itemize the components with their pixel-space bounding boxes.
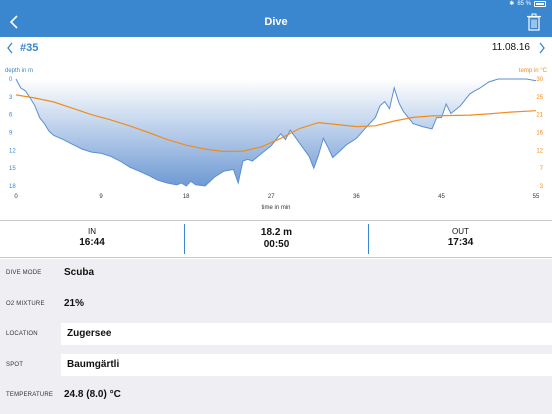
depth-tick-label: 3: [9, 95, 13, 101]
dive-summary: IN 16:44 18.2 m 00:50 OUT 17:34: [0, 220, 552, 258]
dive-number: #35: [20, 42, 39, 54]
bluetooth-icon: ✱: [509, 1, 515, 7]
status-indicators: ✱ 85 %: [509, 0, 546, 8]
temp-tick-label: 16: [536, 131, 543, 137]
temp-axis-label: temp in °C: [519, 68, 548, 74]
entry-time-value: 16:44: [79, 237, 105, 248]
depth-tick-label: 6: [9, 113, 13, 119]
battery-icon: [534, 1, 546, 7]
spot-field[interactable]: Baumgärtli: [61, 354, 552, 376]
depth-tick-label: 18: [9, 184, 16, 190]
location-value: Zugersee: [67, 328, 112, 339]
spot-label: SPOT: [6, 362, 24, 368]
dive-header: #35 11.08.16: [0, 37, 552, 59]
temp-tick-label: 30: [536, 77, 543, 83]
page-title: Dive: [264, 16, 288, 28]
x-tick-label: 55: [533, 194, 540, 200]
trash-icon: [527, 13, 541, 31]
navigation-bar: Dive: [0, 8, 552, 37]
depth-duration-cell: 18.2 m 00:50: [185, 221, 368, 257]
temp-tick-label: 12: [536, 148, 543, 154]
depth-axis-label: depth in m: [5, 68, 33, 74]
location-row: LOCATION Zugersee: [0, 321, 552, 347]
x-tick-label: 27: [268, 194, 275, 200]
o2-mixture-row: O2 MIXTURE 21%: [0, 291, 552, 317]
depth-tick-label: 12: [9, 148, 16, 154]
delete-button[interactable]: [526, 13, 542, 31]
entry-time-label: IN: [88, 227, 96, 236]
exit-time-label: OUT: [452, 227, 469, 236]
temp-tick-label: 21: [536, 113, 543, 119]
temp-tick-label: 25: [536, 95, 543, 101]
x-tick-label: 45: [438, 194, 445, 200]
temperature-value[interactable]: 24.8 (8.0) °C: [64, 382, 121, 408]
chart-svg: depth in m temp in °C time in min 036912…: [5, 68, 548, 211]
x-tick-label: 9: [99, 194, 103, 200]
location-label: LOCATION: [6, 331, 38, 337]
depth-tick-label: 15: [9, 166, 16, 172]
x-tick-label: 0: [14, 194, 18, 200]
x-tick-label: 36: [353, 194, 360, 200]
spot-row: SPOT Baumgärtli: [0, 352, 552, 378]
entry-time-cell: IN 16:44: [0, 221, 184, 257]
battery-percentage: 85 %: [517, 1, 531, 7]
chevron-left-icon: [7, 42, 13, 54]
temperature-label: TEMPERATURE: [6, 392, 54, 398]
status-bar: ✱ 85 %: [0, 0, 552, 8]
dive-profile-chart: depth in m temp in °C time in min 0 3 6 9 12…: [0, 59, 552, 220]
temp-tick-label: 7: [540, 166, 544, 172]
depth-tick-label: 0: [9, 77, 13, 83]
dive-mode-label: DIVE MODE: [6, 270, 42, 276]
o2-mixture-value[interactable]: 21%: [64, 291, 84, 317]
dive-mode-value[interactable]: Scuba: [64, 260, 94, 286]
x-axis-label: time in min: [261, 205, 290, 211]
o2-mixture-label: O2 MIXTURE: [6, 301, 45, 307]
depth-area: [16, 79, 536, 186]
dive-date: 11.08.16: [491, 42, 530, 53]
x-tick-label: 18: [183, 194, 190, 200]
depth-tick-label: 9: [9, 131, 13, 137]
duration-value: 00:50: [263, 239, 290, 250]
temperature-row: TEMPERATURE 24.8 (8.0) °C: [0, 382, 552, 408]
temp-tick-label: 3: [540, 184, 544, 190]
max-depth-value: 18.2 m: [260, 227, 293, 238]
chevron-right-icon: [539, 42, 545, 54]
dive-mode-row: DIVE MODE Scuba: [0, 260, 552, 286]
spot-value: Baumgärtli: [67, 359, 120, 370]
location-field[interactable]: Zugersee: [61, 323, 552, 345]
exit-time-value: 17:34: [447, 237, 474, 248]
exit-time-cell: OUT 17:34: [369, 221, 552, 257]
dive-details: DIVE MODE Scuba O2 MIXTURE 21% LOCATION …: [0, 259, 552, 414]
